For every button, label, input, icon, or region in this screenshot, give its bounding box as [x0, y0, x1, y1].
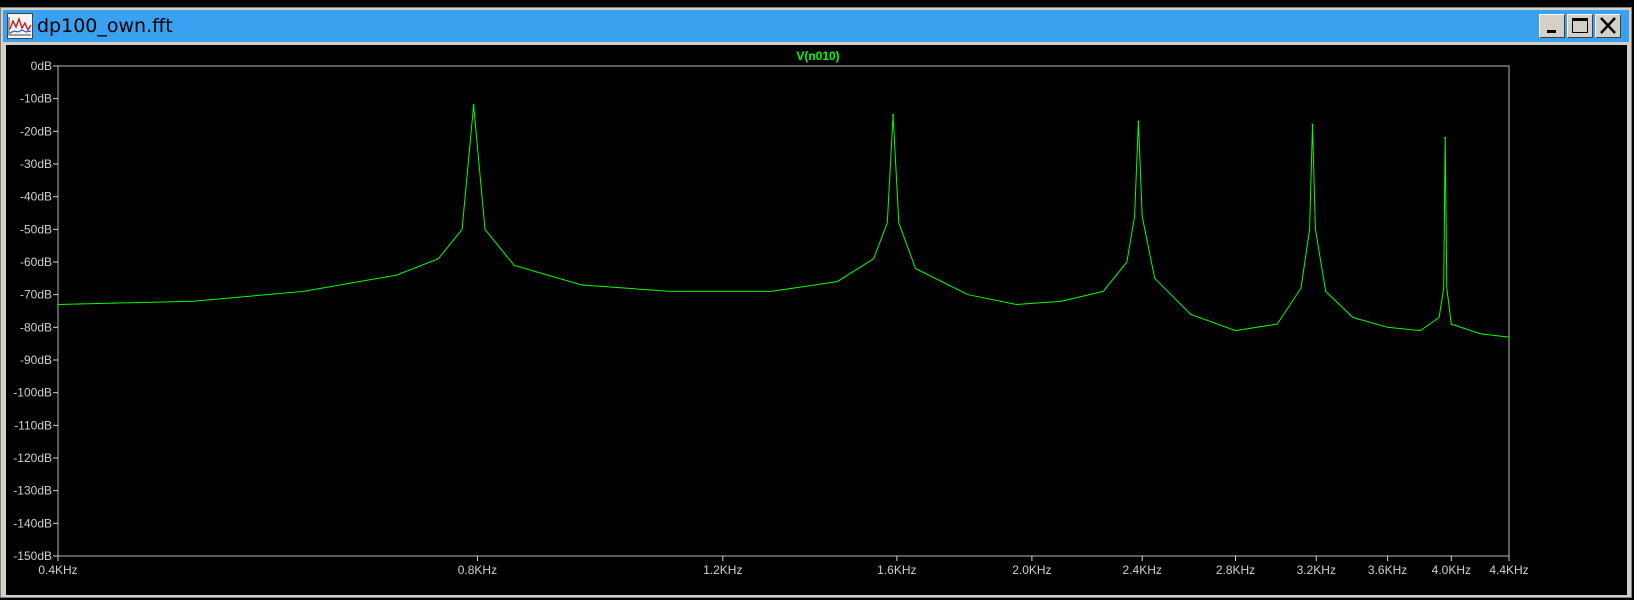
x-axis: 0.4KHz 0.8KHz 1.2KHz 1.6KHz 2.0KHz 2.4KHz 2.8K…	[38, 556, 1529, 577]
maximize-button[interactable]	[1567, 14, 1593, 38]
maximize-icon	[1572, 18, 1588, 33]
y-tick-label: -100dB	[13, 386, 52, 400]
y-tick-label: -120dB	[13, 451, 52, 465]
y-tick-label: -130dB	[13, 484, 52, 498]
x-tick-label: 3.6KHz	[1368, 563, 1407, 577]
y-tick-label: -70dB	[20, 288, 52, 302]
y-tick-label: -50dB	[20, 222, 52, 236]
x-tick-label: 2.8KHz	[1216, 563, 1255, 577]
x-tick-label: 4.0KHz	[1432, 563, 1471, 577]
top-edge-strip	[0, 0, 1634, 7]
trace-label[interactable]: V(n010)	[796, 49, 839, 63]
fft-chart: V(n010) 0dB -10dB -20dB -30dB -40dB -50dB -60d…	[13, 49, 1529, 577]
close-icon	[1600, 17, 1616, 34]
close-button[interactable]	[1595, 14, 1621, 38]
x-tick-label: 4.4KHz	[1489, 563, 1528, 577]
x-tick-label: 2.0KHz	[1012, 563, 1051, 577]
window-titlebar[interactable]: dp100_own.fft	[3, 10, 1629, 42]
minimize-icon	[1547, 30, 1556, 33]
y-tick-label: -150dB	[13, 549, 52, 563]
y-tick-label: -60dB	[20, 255, 52, 269]
y-tick-label: -40dB	[20, 190, 52, 204]
y-tick-label: 0dB	[31, 59, 52, 73]
x-tick-label: 1.2KHz	[703, 563, 742, 577]
y-tick-label: -110dB	[14, 418, 52, 432]
x-tick-label: 2.4KHz	[1123, 563, 1162, 577]
plot-window: dp100_own.fft V(n010) 0dB -10dB -20dB -30dB…	[0, 7, 1632, 598]
y-tick-label: -90dB	[20, 353, 52, 367]
y-tick-label: -10dB	[20, 92, 52, 106]
y-tick-label: -80dB	[20, 320, 52, 334]
x-tick-label: 1.6KHz	[877, 563, 916, 577]
spectrum-trace	[57, 105, 1510, 338]
y-tick-label: -140dB	[13, 516, 52, 530]
x-tick-label: 0.4KHz	[38, 563, 77, 577]
window-title: dp100_own.fft	[37, 15, 173, 37]
y-tick-label: -20dB	[20, 124, 52, 138]
waveform-app-icon	[7, 13, 33, 39]
minimize-button[interactable]	[1539, 14, 1565, 38]
plot-pane[interactable]: V(n010) 0dB -10dB -20dB -30dB -40dB -50dB -60d…	[6, 45, 1627, 595]
x-tick-label: 0.8KHz	[458, 563, 497, 577]
x-tick-label: 3.2KHz	[1297, 563, 1336, 577]
plot-frame	[57, 65, 1510, 557]
y-tick-label: -30dB	[20, 157, 52, 171]
spectrum-peaks	[472, 104, 1447, 139]
y-axis: 0dB -10dB -20dB -30dB -40dB -50dB -60dB -70dB -8…	[13, 59, 58, 563]
